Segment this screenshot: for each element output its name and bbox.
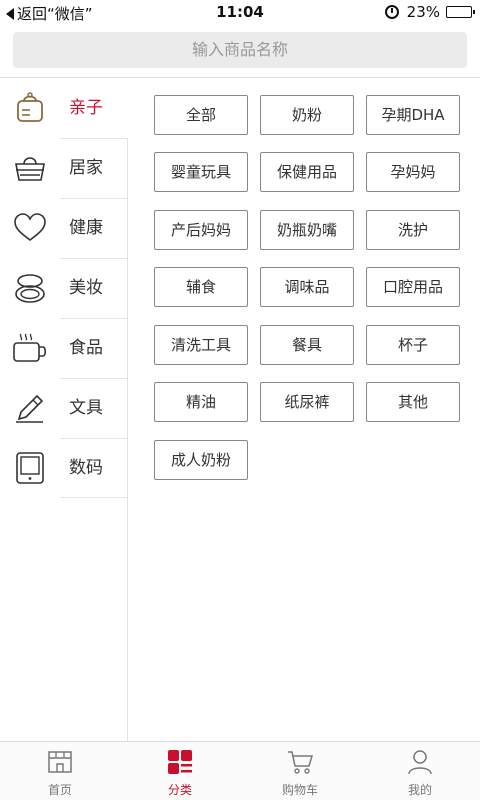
subcategory-tag[interactable]: 精油 — [154, 382, 248, 422]
subcategory-tag[interactable]: 全部 — [154, 95, 248, 135]
tab-cart[interactable]: 购物车 — [240, 742, 360, 800]
status-indicators: 23% — [384, 3, 475, 21]
subcategory-tag[interactable]: 成人奶粉 — [154, 440, 248, 480]
sidebar-item-label: 文具 — [69, 398, 103, 418]
sidebar-item-label: 居家 — [69, 158, 103, 178]
sidebar-item-jiankang[interactable]: 健康 — [0, 198, 128, 258]
tab-label: 我的 — [407, 783, 432, 797]
cart-icon — [288, 751, 313, 774]
divider — [60, 198, 128, 199]
category-sidebar: 亲子 居家 健康 美妆 食品 文具 数码 — [0, 78, 129, 741]
subcategory-tag[interactable]: 其他 — [366, 382, 460, 422]
pencil-icon — [16, 394, 44, 423]
cup-icon — [13, 333, 47, 362]
basket-icon — [15, 157, 45, 181]
subcategory-tag[interactable]: 辅食 — [154, 267, 248, 307]
subcategory-tag[interactable]: 奶粉 — [260, 95, 354, 135]
tab-mine[interactable]: 我的 — [360, 742, 480, 800]
divider — [60, 378, 128, 379]
divider — [60, 258, 128, 259]
subcategory-tag[interactable]: 孕妈妈 — [366, 152, 460, 192]
sidebar-item-label: 食品 — [69, 338, 103, 358]
battery-icon — [446, 6, 475, 18]
alarm-icon — [384, 5, 399, 19]
sidebar-item-meizhuang[interactable]: 美妆 — [0, 258, 128, 318]
category-grid-icon — [168, 750, 192, 774]
subcategory-tag[interactable]: 保健用品 — [260, 152, 354, 192]
battery-percent: 23% — [406, 3, 440, 21]
tab-home[interactable]: 首页 — [0, 742, 120, 800]
search-input[interactable]: 输入商品名称 — [13, 32, 467, 68]
subcategory-tag[interactable]: 洗护 — [366, 210, 460, 250]
subcategory-tag[interactable]: 调味品 — [260, 267, 354, 307]
sidebar-item-label: 数码 — [69, 458, 103, 478]
compact-icon — [15, 274, 45, 303]
status-bar: 返回“微信” 11:04 23% — [0, 0, 480, 24]
sidebar-item-qinzi[interactable]: 亲子 — [0, 78, 129, 138]
tab-label: 购物车 — [281, 783, 318, 797]
sidebar-item-wenju[interactable]: 文具 — [0, 378, 128, 438]
divider — [60, 497, 128, 498]
subcategory-tag[interactable]: 餐具 — [260, 325, 354, 365]
sidebar-item-label: 亲子 — [69, 98, 103, 118]
heart-icon — [14, 213, 46, 241]
subcategory-tag[interactable]: 婴童玩具 — [154, 152, 248, 192]
subcategory-tag[interactable]: 杯子 — [366, 325, 460, 365]
subcategory-tag[interactable]: 孕期DHA — [366, 95, 460, 135]
subcategory-tag[interactable]: 奶瓶奶嘴 — [260, 210, 354, 250]
sidebar-item-shipin[interactable]: 食品 — [0, 318, 128, 378]
sidebar-item-label: 健康 — [69, 218, 103, 238]
bottom-tab-bar: 首页 分类 购物车 我的 — [0, 741, 480, 800]
store-icon — [48, 751, 72, 773]
subcategory-tag[interactable]: 纸尿裤 — [260, 382, 354, 422]
divider — [60, 138, 128, 139]
subcategory-tag[interactable]: 清洗工具 — [154, 325, 248, 365]
tab-label: 分类 — [167, 783, 192, 797]
sidebar-item-label: 美妆 — [69, 278, 103, 298]
user-icon — [408, 750, 432, 775]
subcategory-tag[interactable]: 口腔用品 — [366, 267, 460, 307]
sidebar-item-jujia[interactable]: 居家 — [0, 138, 128, 198]
divider — [60, 438, 128, 439]
divider — [60, 318, 128, 319]
tab-label: 首页 — [47, 783, 72, 797]
subcategory-tag[interactable]: 产后妈妈 — [154, 210, 248, 250]
search-bar: 输入商品名称 — [0, 24, 480, 78]
sidebar-item-shuma[interactable]: 数码 — [0, 438, 128, 498]
tablet-icon — [16, 452, 44, 484]
tab-category[interactable]: 分类 — [120, 742, 240, 800]
baby-bag-icon — [17, 92, 43, 122]
